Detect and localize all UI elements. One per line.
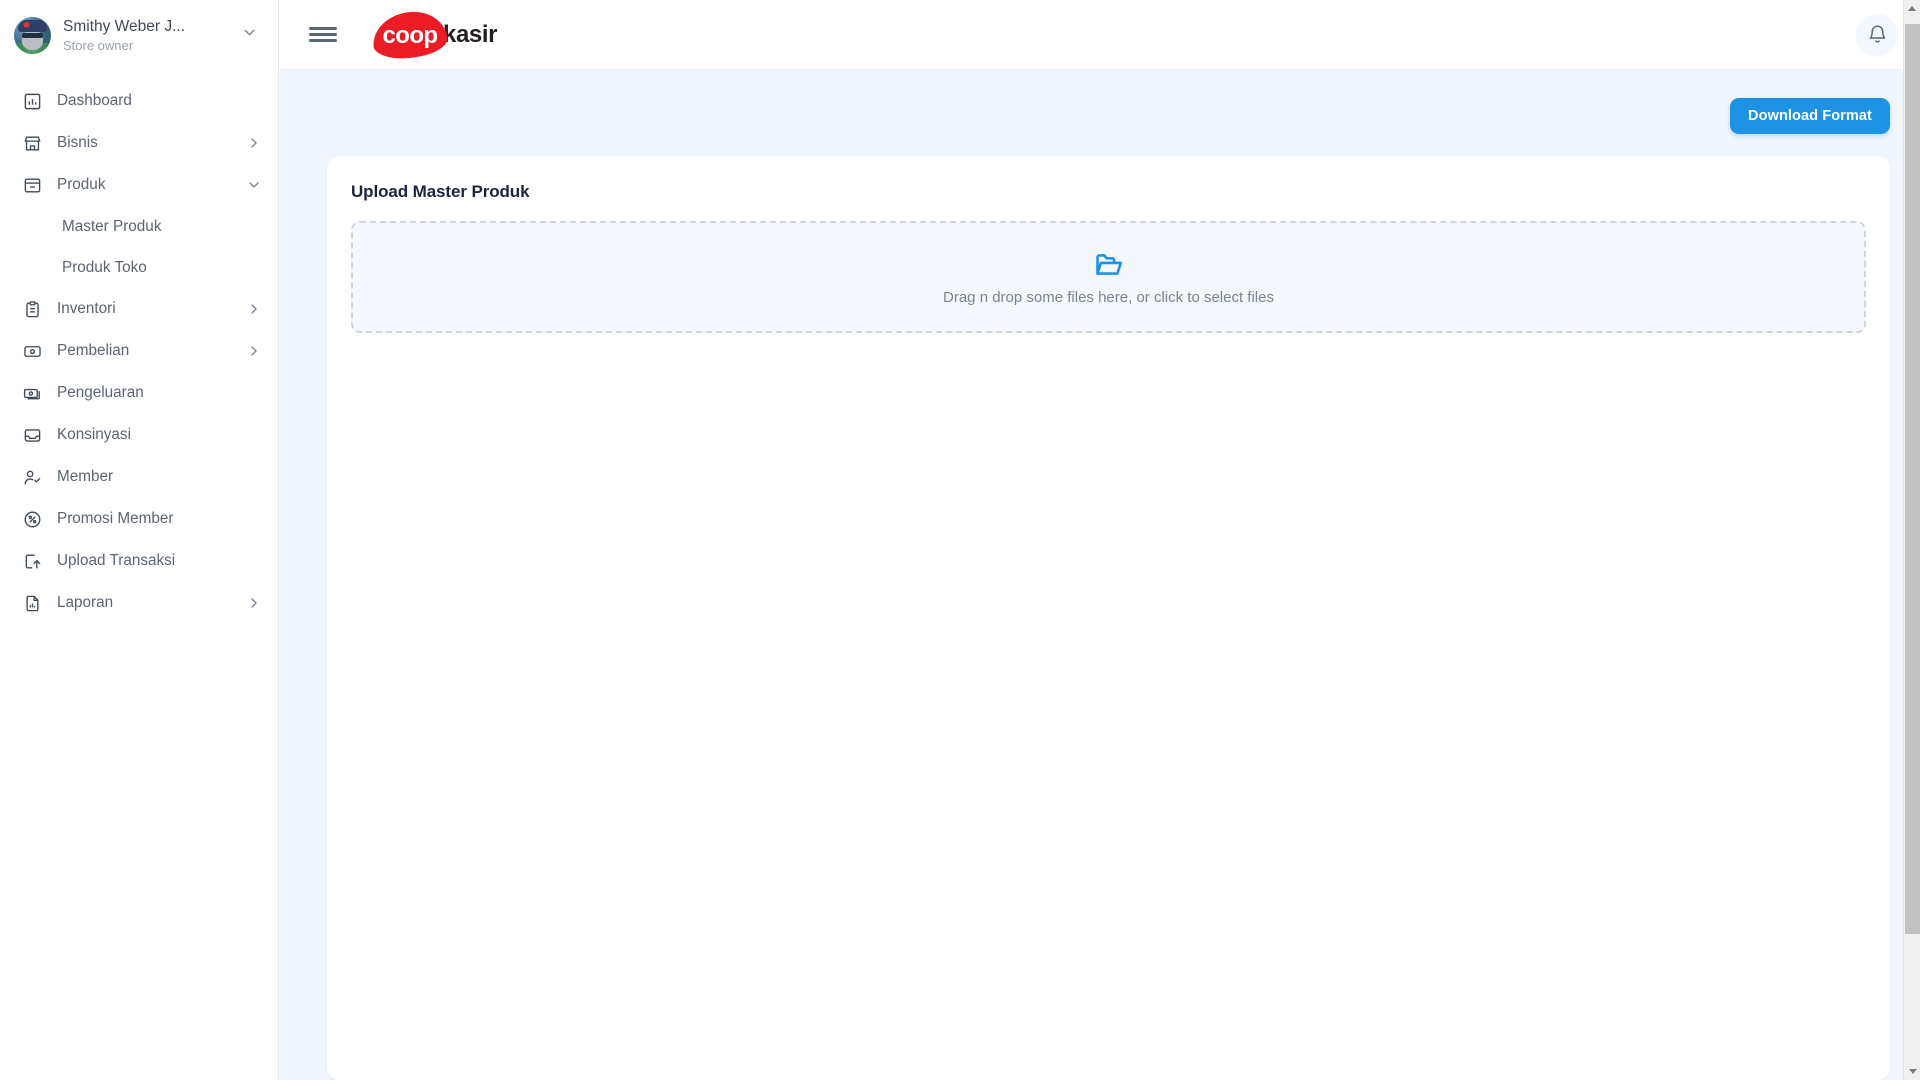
user-check-icon [22, 467, 42, 487]
sidebar-item-label: Konsinyasi [57, 426, 131, 443]
sidebar-subitem-label: Master Produk [62, 217, 162, 235]
app-logo: coop kasir [371, 9, 498, 60]
notification-bell-icon[interactable] [1856, 13, 1898, 56]
action-row: Download Format [327, 98, 1890, 134]
logo-primary-text: coop [382, 21, 439, 49]
page-content: Download Format Upload Master Produk Dra… [279, 70, 1920, 1080]
file-upload-icon [22, 551, 42, 571]
sidebar-subitem-master-produk[interactable]: Master Produk [0, 206, 278, 247]
sidebar-item-label: Bisnis [57, 134, 98, 151]
sidebar-subitem-label: Produk Toko [62, 258, 147, 276]
sidebar-item-konsinyasi[interactable]: Konsinyasi [0, 414, 278, 456]
file-dropzone[interactable]: Drag n drop some files here, or click to… [351, 221, 1866, 333]
page-scrollbar[interactable] [1903, 0, 1920, 1080]
topbar: coop kasir [279, 0, 1920, 70]
money-note-icon [22, 341, 42, 361]
profile-switcher[interactable]: Smithy Weber J... Store owner [0, 0, 278, 70]
scroll-up-arrow-icon[interactable] [1904, 0, 1920, 17]
clipboard-list-icon [22, 299, 42, 319]
chevron-down-icon[interactable] [246, 177, 262, 193]
sidebar-item-upload-transaksi[interactable]: Upload Transaksi [0, 540, 278, 582]
sidebar-item-label: Promosi Member [57, 510, 174, 527]
chevron-right-icon[interactable] [246, 595, 262, 611]
card-title: Upload Master Produk [351, 182, 530, 201]
upload-card: Upload Master Produk Drag n drop some fi… [327, 156, 1890, 1080]
sidebar-item-dashboard[interactable]: Dashboard [0, 80, 278, 122]
chevron-right-icon[interactable] [246, 301, 262, 317]
sidebar-subitem-produk-toko[interactable]: Produk Toko [0, 247, 278, 288]
sidebar-item-promosi-member[interactable]: Promosi Member [0, 498, 278, 540]
sidebar-item-label: Member [57, 468, 114, 485]
chevron-down-icon[interactable] [241, 24, 262, 46]
hamburger-menu-icon[interactable] [309, 24, 337, 46]
inbox-icon [22, 425, 42, 445]
chevron-right-icon[interactable] [246, 135, 262, 151]
app-root: Smithy Weber J... Store owner Dashboard … [0, 0, 1920, 1080]
chevron-right-icon[interactable] [246, 343, 262, 359]
banknotes-icon [22, 383, 42, 403]
profile-role: Store owner [63, 37, 134, 53]
sidebar: Smithy Weber J... Store owner Dashboard … [0, 0, 279, 1080]
sidebar-item-pembelian[interactable]: Pembelian [0, 330, 278, 372]
profile-name: Smithy Weber J... [63, 17, 186, 35]
profile-text: Smithy Weber J... Store owner [63, 17, 229, 54]
archive-box-icon [22, 175, 42, 195]
dropzone-text: Drag n drop some files here, or click to… [943, 288, 1274, 306]
scrollbar-thumb[interactable] [1905, 24, 1920, 934]
sidebar-item-bisnis[interactable]: Bisnis [0, 122, 278, 164]
sidebar-nav: Dashboard Bisnis Produk Master Produk Pr… [0, 70, 278, 624]
open-folder-icon [1093, 249, 1124, 280]
sidebar-item-label: Inventori [57, 300, 116, 317]
file-chart-icon [22, 593, 42, 613]
sidebar-item-member[interactable]: Member [0, 456, 278, 498]
sidebar-item-label: Pembelian [57, 342, 130, 359]
sidebar-item-pengeluaran[interactable]: Pengeluaran [0, 372, 278, 414]
sidebar-item-label: Produk [57, 176, 106, 193]
bar-chart-icon [22, 91, 42, 111]
sidebar-item-inventori[interactable]: Inventori [0, 288, 278, 330]
download-format-button[interactable]: Download Format [1730, 98, 1890, 134]
sidebar-item-laporan[interactable]: Laporan [0, 582, 278, 624]
store-icon [22, 133, 42, 153]
avatar [14, 16, 51, 54]
sidebar-item-label: Upload Transaksi [57, 552, 176, 569]
sidebar-item-label: Laporan [57, 594, 114, 611]
logo-secondary-text: kasir [443, 20, 498, 48]
sidebar-item-produk[interactable]: Produk [0, 164, 278, 206]
sidebar-item-label: Pengeluaran [57, 384, 144, 401]
logo-blob: coop [371, 9, 449, 60]
percent-circle-icon [22, 509, 42, 529]
sidebar-item-label: Dashboard [57, 92, 132, 109]
main-area: coop kasir Download Format Upload Master… [279, 0, 1920, 1080]
scroll-down-arrow-icon[interactable] [1904, 1063, 1920, 1080]
